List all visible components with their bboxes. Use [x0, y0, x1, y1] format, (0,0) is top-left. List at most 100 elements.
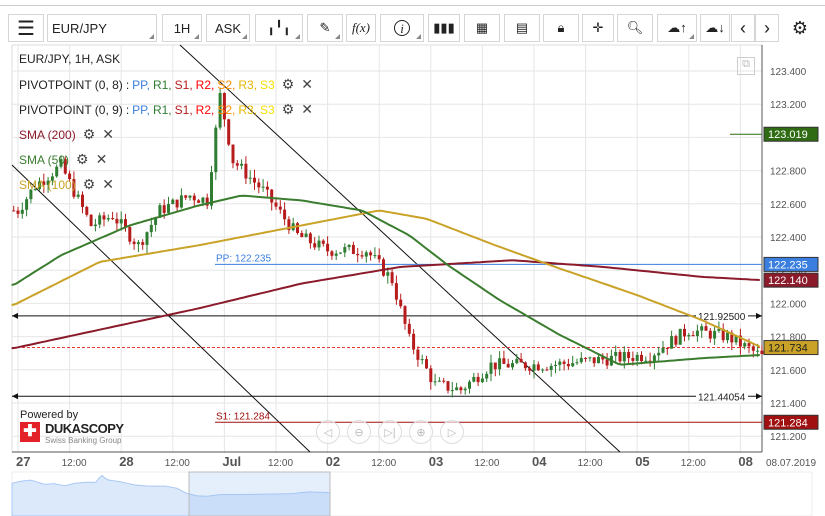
scroll-left-icon: ◁ [323, 426, 333, 439]
pivot-item-s2: S2, [217, 77, 236, 92]
scroll-left-button[interactable]: ◁ [316, 420, 340, 444]
gear-icon[interactable]: ⚙ [76, 151, 89, 168]
candle [691, 335, 695, 337]
close-icon[interactable]: ✕ [102, 126, 114, 143]
candle [145, 232, 149, 245]
close-icon[interactable]: ✕ [301, 101, 313, 118]
price-tick-label: 123.200 [770, 100, 807, 111]
candle [695, 330, 699, 337]
candle [364, 252, 368, 257]
candle [270, 189, 274, 203]
candle [519, 358, 523, 363]
candle [132, 241, 136, 245]
brand-sub: Swiss Banking Group [45, 436, 122, 445]
scroll-right-button[interactable]: ▷ [440, 420, 464, 444]
pivot-pp-label: PP: 122.235 [216, 253, 271, 264]
candle [545, 369, 549, 371]
close-icon[interactable]: ✕ [102, 176, 114, 193]
candle [498, 358, 502, 370]
candle [493, 362, 497, 370]
candle [450, 390, 454, 392]
candle [511, 363, 514, 368]
time-tick-label: 03 [429, 454, 443, 469]
candle [480, 378, 484, 383]
brand-name: DUKASCOPY [45, 421, 124, 436]
candle [235, 163, 239, 166]
candle [747, 343, 751, 347]
time-tick-label: 12:00 [268, 458, 293, 469]
pivot-separator: : [125, 77, 130, 92]
candle [661, 347, 665, 353]
zoom-out-button[interactable]: ⊖ [347, 420, 371, 444]
candle [459, 387, 463, 391]
scroll-end-button[interactable]: ▷| [378, 420, 402, 444]
pivot-item-pp: PP, [132, 77, 150, 92]
candle [76, 194, 80, 197]
close-icon[interactable]: ✕ [301, 76, 313, 93]
candle [700, 326, 704, 331]
sma50-legend: SMA (50) ⚙ ✕ [19, 151, 107, 168]
candle [20, 209, 24, 214]
candle [541, 369, 545, 371]
candle [760, 350, 764, 355]
scroll-right-icon: ▷ [447, 426, 457, 439]
candle [476, 376, 480, 383]
candle [175, 199, 179, 208]
candle [674, 336, 678, 345]
candle [571, 363, 575, 367]
gear-icon[interactable]: ⚙ [83, 176, 96, 193]
candle [253, 177, 256, 183]
candle [369, 252, 373, 256]
candle [304, 233, 308, 238]
candle [115, 218, 119, 224]
candle [437, 380, 441, 382]
candle [98, 215, 102, 225]
time-tick-label: 12:00 [681, 458, 706, 469]
gear-icon[interactable]: ⚙ [282, 101, 295, 118]
popout-icon[interactable]: ⧉ [737, 57, 755, 75]
candle [25, 199, 29, 210]
candle [635, 354, 639, 361]
gear-icon[interactable]: ⚙ [282, 76, 295, 93]
candle [446, 381, 450, 391]
candle [149, 224, 153, 233]
candle [485, 373, 489, 379]
time-tick-label: 08 [738, 454, 752, 469]
candle [515, 358, 519, 364]
candle [136, 242, 140, 245]
candle [188, 195, 192, 198]
pivot-item-r3: R3, [238, 102, 258, 117]
candle [300, 232, 304, 238]
instrument-label: EUR/JPY, 1H, ASK [19, 52, 121, 66]
pivot-item-s2: S2, [217, 102, 236, 117]
pivot-legend-0: PIVOTPOINT (0, 8) : PP, R1, S1, R2, S2, R3, S3… [19, 76, 313, 93]
gear-icon[interactable]: ⚙ [83, 126, 96, 143]
pivot-label: PIVOTPOINT (0, 9) [19, 102, 123, 117]
candle [523, 362, 527, 369]
close-icon[interactable]: ✕ [96, 151, 108, 168]
zoom-in-button[interactable]: ⊕ [409, 420, 433, 444]
candle [210, 172, 213, 206]
candle [386, 272, 390, 276]
candle [360, 255, 364, 257]
candle [751, 346, 755, 351]
candle [683, 328, 686, 337]
candle [420, 359, 424, 361]
price-tick-label: 123.400 [770, 67, 807, 78]
candle [231, 144, 235, 164]
price-tick-label: 122.800 [770, 167, 807, 178]
candle [283, 209, 287, 220]
candle [326, 243, 330, 252]
price-tick-label: 122.000 [770, 299, 807, 310]
candle [665, 347, 669, 349]
horizontal-line-label: 121.44054 [698, 392, 746, 403]
time-tick-label: 27 [16, 454, 30, 469]
candle [128, 227, 132, 242]
candle [631, 358, 635, 361]
time-tick-label: 05 [635, 454, 649, 469]
candle [201, 197, 205, 203]
pivot-item-r2: R2, [195, 102, 215, 117]
candle [167, 204, 170, 213]
scroll-end-icon: ▷| [384, 426, 396, 439]
date-label: 08.07.2019 [766, 458, 816, 469]
